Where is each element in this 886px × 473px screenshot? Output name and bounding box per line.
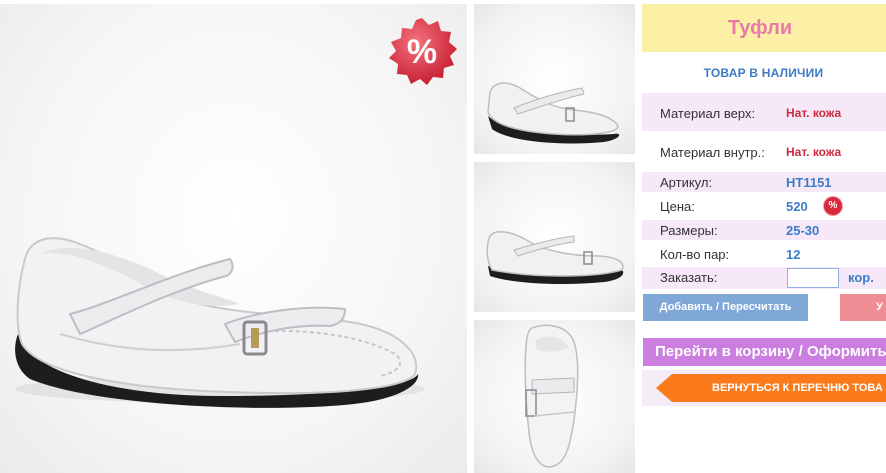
material-inner-label: Материал внутр.:: [660, 145, 765, 160]
product-page: % Туфли ТОВАР В НАЛИЧИИ Материал верх: Н…: [0, 0, 886, 473]
sizes-label: Размеры:: [660, 223, 718, 238]
add-recalculate-button[interactable]: Добавить / Пересчитать: [643, 294, 808, 321]
product-info-panel: Туфли ТОВАР В НАЛИЧИИ Материал верх: Нат…: [641, 0, 886, 473]
article-value: НТ1151: [786, 175, 832, 190]
sale-badge-text: %: [407, 33, 437, 71]
row-article: Артикул: НТ1151: [642, 172, 886, 192]
shoe-thumb-illustration-3: [524, 324, 579, 468]
main-product-image[interactable]: %: [0, 4, 467, 473]
price-discount-icon: %: [824, 197, 842, 215]
material-inner-value: Нат. кожа: [786, 145, 842, 159]
pairs-value: 12: [786, 247, 801, 262]
row-price: Цена: 520 %: [642, 196, 886, 216]
row-material-inner: Материал внутр.: Нат. кожа: [642, 140, 886, 166]
back-button-area: ВЕРНУТЬСЯ К ПЕРЕЧНЮ ТОВА: [642, 370, 886, 406]
sale-percent-icon: %: [389, 18, 457, 85]
material-top-label: Материал верх:: [660, 106, 756, 121]
row-sizes: Размеры: 25-30: [642, 220, 886, 240]
price-value: 520: [786, 199, 808, 214]
order-unit: кор.: [848, 270, 874, 285]
thumbnail-top-view[interactable]: [474, 320, 635, 473]
sizes-value: 25-30: [786, 223, 820, 238]
shoe-thumb-illustration-2: [486, 230, 624, 284]
delete-button[interactable]: У: [840, 294, 886, 321]
back-to-list-button[interactable]: ВЕРНУТЬСЯ К ПЕРЕЧНЮ ТОВА: [656, 374, 886, 402]
stock-status: ТОВАР В НАЛИЧИИ: [703, 66, 824, 80]
row-material-top: Материал верх: Нат. кожа: [642, 93, 886, 131]
order-label: Заказать:: [660, 270, 718, 285]
shoe-thumb-illustration-1: [487, 82, 620, 144]
product-title: Туфли: [642, 4, 886, 52]
row-order: Заказать: кор.: [642, 267, 886, 289]
order-quantity-input[interactable]: [787, 268, 839, 288]
sale-badge: %: [386, 16, 458, 88]
go-to-cart-button[interactable]: Перейти в корзину / Оформить: [643, 338, 886, 366]
thumbnail-side-view-2[interactable]: [474, 162, 635, 312]
pairs-label: Кол-во пар:: [660, 247, 730, 262]
thumbnail-side-view-1[interactable]: [474, 4, 635, 154]
material-top-value: Нат. кожа: [786, 106, 842, 120]
price-label: Цена:: [660, 199, 695, 214]
article-label: Артикул:: [660, 175, 713, 190]
row-pairs: Кол-во пар: 12: [642, 244, 886, 264]
